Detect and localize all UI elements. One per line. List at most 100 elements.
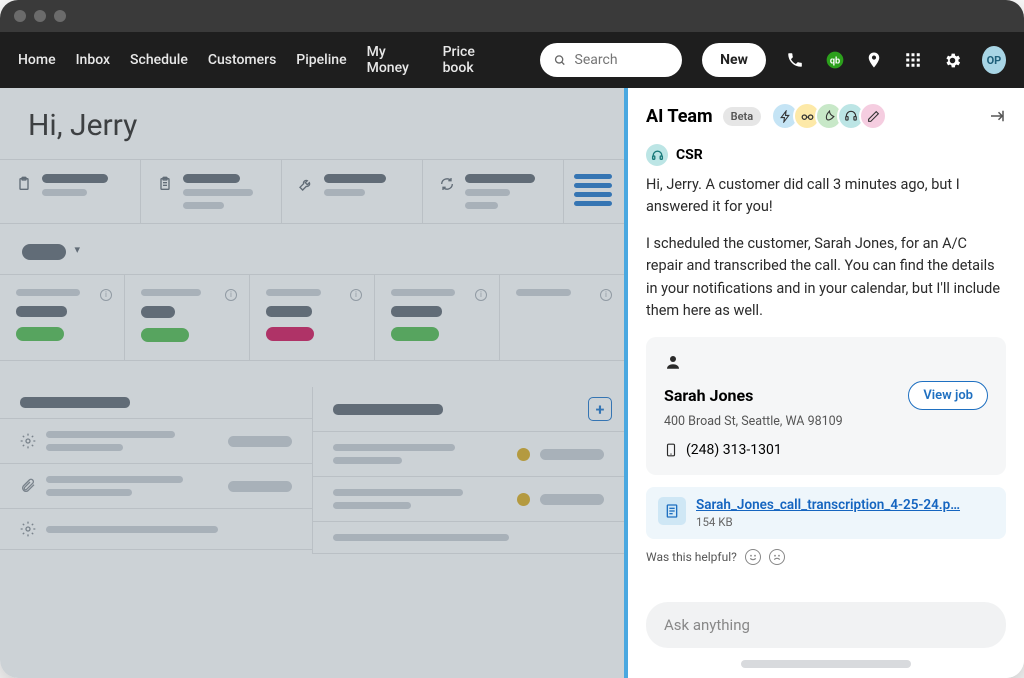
stat-card[interactable]	[141, 160, 282, 223]
customer-phone: (248) 313-1301	[664, 441, 988, 459]
stat-card[interactable]	[282, 160, 423, 223]
panel-header: AI Team Beta	[628, 88, 1024, 144]
search-box[interactable]	[540, 43, 682, 77]
stat-card[interactable]	[0, 160, 141, 223]
metric-card[interactable]: i	[375, 275, 500, 360]
attachment-icon	[20, 478, 36, 494]
add-button[interactable]: +	[588, 397, 612, 421]
wrench-icon	[298, 176, 314, 192]
phone-icon[interactable]	[786, 49, 805, 71]
status-dot	[517, 493, 530, 506]
right-table: +	[313, 387, 625, 554]
customer-address: 400 Broad St, Seattle, WA 98109	[664, 414, 988, 429]
clipboard-icon	[16, 176, 32, 192]
feedback-row: Was this helpful?	[646, 549, 1006, 565]
qb-icon[interactable]: qb	[825, 49, 845, 71]
table-header: +	[313, 387, 625, 432]
helpful-label: Was this helpful?	[646, 550, 737, 564]
nav-my-money[interactable]: My Money	[367, 44, 423, 76]
file-name: Sarah_Jones_call_transcription_4-25-24.p…	[696, 497, 960, 513]
stat-card[interactable]	[423, 160, 564, 223]
greeting-text: Hi, Jerry	[0, 108, 624, 159]
search-icon	[554, 53, 566, 68]
ai-team-panel: AI Team Beta CSR Hi, Jerry. A customer d…	[624, 88, 1024, 678]
expand-icon[interactable]	[988, 107, 1006, 125]
info-icon[interactable]: i	[475, 289, 487, 301]
info-icon[interactable]: i	[225, 289, 237, 301]
clipboard-list-icon	[157, 176, 173, 192]
status-chip	[16, 327, 64, 341]
nav-price-book[interactable]: Price book	[443, 44, 501, 76]
table-row[interactable]	[313, 477, 625, 522]
customer-name: Sarah Jones	[664, 386, 753, 405]
nav-home[interactable]: Home	[18, 52, 56, 68]
document-icon	[658, 497, 686, 525]
gear-small-icon	[20, 433, 36, 449]
table-row[interactable]	[0, 509, 312, 550]
file-attachment[interactable]: Sarah_Jones_call_transcription_4-25-24.p…	[646, 487, 1006, 539]
thumbs-up-face[interactable]	[745, 549, 761, 565]
drag-handle[interactable]	[741, 660, 911, 668]
left-table	[0, 387, 313, 554]
status-chip	[391, 327, 439, 341]
window-max-dot[interactable]	[54, 10, 66, 22]
gear-icon[interactable]	[943, 49, 962, 71]
hamburger-icon	[574, 174, 612, 206]
nav-pipeline[interactable]: Pipeline	[296, 52, 346, 68]
refresh-icon	[439, 176, 455, 192]
menu-toggle[interactable]	[564, 160, 624, 223]
app-window: Home Inbox Schedule Customers Pipeline M…	[0, 0, 1024, 678]
table-row[interactable]	[313, 432, 625, 477]
info-icon[interactable]: i	[600, 289, 612, 301]
gear-small-icon	[20, 521, 36, 537]
panel-title: AI Team	[646, 106, 713, 127]
agent-chips	[777, 102, 887, 130]
agent-chip-pencil[interactable]	[859, 102, 887, 130]
filter-row	[0, 224, 624, 274]
new-button[interactable]: New	[702, 43, 766, 77]
metric-card[interactable]: i	[500, 275, 624, 360]
view-job-button[interactable]: View job	[908, 381, 988, 410]
stat-row	[0, 159, 624, 224]
info-icon[interactable]: i	[100, 289, 112, 301]
status-chip	[141, 328, 189, 342]
window-close-dot[interactable]	[14, 10, 26, 22]
filter-dropdown[interactable]	[22, 244, 66, 260]
agent-name: CSR	[676, 147, 703, 163]
panel-body: CSR Hi, Jerry. A customer did call 3 min…	[628, 144, 1024, 596]
table-row[interactable]	[0, 464, 312, 509]
search-input[interactable]	[575, 52, 669, 68]
message-text: Hi, Jerry. A customer did call 3 minutes…	[646, 174, 1006, 219]
agent-header: CSR	[646, 144, 1006, 166]
table-row[interactable]	[313, 522, 625, 554]
metric-card[interactable]: i	[125, 275, 250, 360]
beta-badge: Beta	[723, 107, 762, 126]
headset-icon	[646, 144, 668, 166]
window-min-dot[interactable]	[34, 10, 46, 22]
nav-schedule[interactable]: Schedule	[130, 52, 188, 68]
status-chip	[266, 327, 314, 341]
job-card: Sarah Jones View job 400 Broad St, Seatt…	[646, 337, 1006, 475]
table-row[interactable]	[0, 419, 312, 464]
main-dashboard: Hi, Jerry	[0, 88, 624, 678]
mobile-icon	[664, 441, 678, 459]
thumbs-down-face[interactable]	[769, 549, 785, 565]
user-avatar[interactable]: OP	[982, 46, 1006, 74]
chat-input[interactable]: Ask anything	[646, 602, 1006, 648]
tables-section: +	[0, 387, 624, 554]
nav-inbox[interactable]: Inbox	[76, 52, 110, 68]
svg-text:qb: qb	[830, 56, 840, 66]
top-nav: Home Inbox Schedule Customers Pipeline M…	[0, 32, 1024, 88]
apps-icon[interactable]	[904, 49, 923, 71]
metric-card[interactable]: i	[250, 275, 375, 360]
metrics-row: i i i i i	[0, 274, 624, 361]
titlebar	[0, 0, 1024, 32]
message-text: I scheduled the customer, Sarah Jones, f…	[646, 233, 1006, 323]
metric-card[interactable]: i	[0, 275, 125, 360]
nav-customers[interactable]: Customers	[208, 52, 276, 68]
location-icon[interactable]	[865, 49, 884, 71]
table-header	[0, 387, 312, 419]
info-icon[interactable]: i	[350, 289, 362, 301]
file-size: 154 KB	[696, 515, 960, 529]
status-chip	[141, 306, 175, 318]
